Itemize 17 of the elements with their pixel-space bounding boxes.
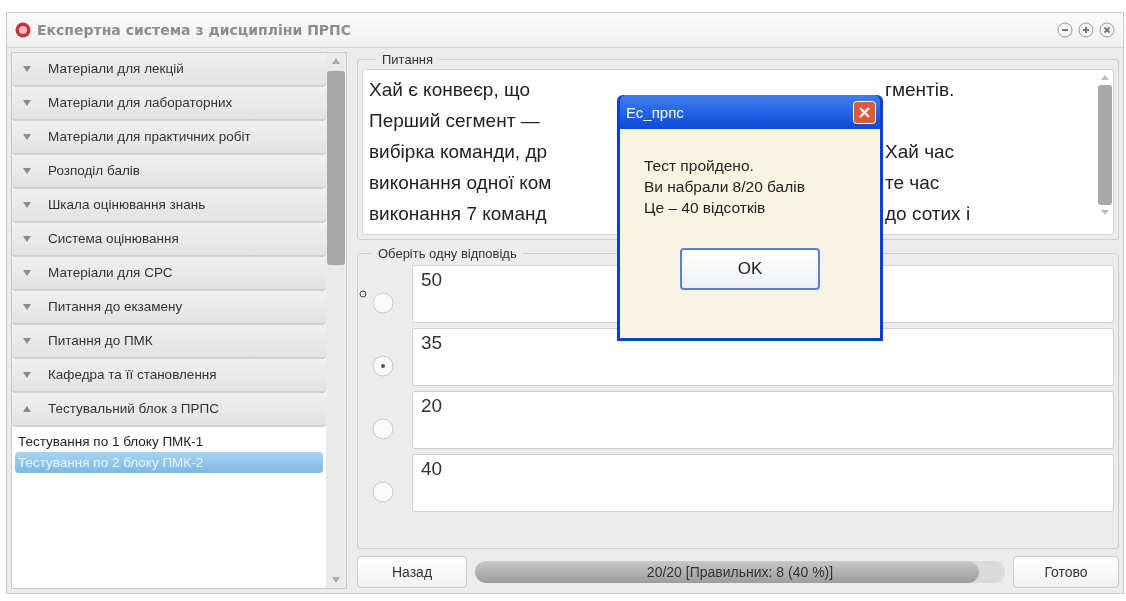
window-title: Експертна система з дисципліни ПРПС bbox=[37, 22, 352, 38]
question-text: виконання одної ком bbox=[369, 171, 553, 194]
question-text: гментів. bbox=[885, 78, 955, 101]
dialog-message: Це – 40 відсотків bbox=[644, 198, 767, 218]
group-legend: Оберіть одну відповідь bbox=[372, 246, 523, 261]
dialog-title: Ес_прпс bbox=[626, 103, 684, 121]
question-text: Хай час bbox=[885, 140, 955, 163]
question-text: до сотих і bbox=[885, 202, 971, 225]
question-text: Перший сегмент — bbox=[369, 109, 541, 132]
group-legend: Питання bbox=[376, 52, 440, 67]
question-text: вибірка команди, др bbox=[369, 140, 549, 163]
question-text: Хай є конвеєр, що bbox=[369, 78, 531, 101]
progress-label: 20/20 [Правильних: 8 (40 %)] bbox=[646, 564, 834, 580]
question-text: те час bbox=[885, 171, 940, 194]
question-text: виконання 7 команд bbox=[369, 202, 548, 225]
dialog-message: Ви набрали 8/20 балів bbox=[644, 177, 806, 197]
dialog-message: Тест пройдено. bbox=[644, 156, 755, 176]
